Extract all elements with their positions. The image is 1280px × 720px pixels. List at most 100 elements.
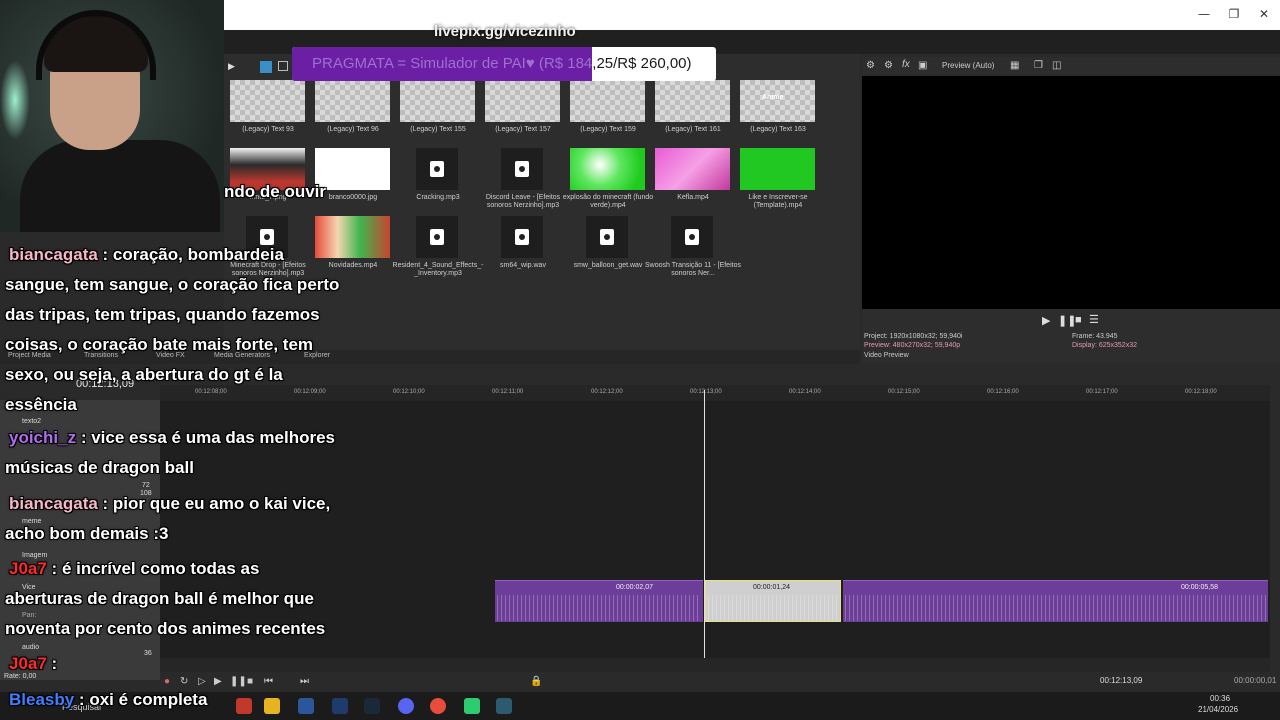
play-from-start-icon[interactable]: ▷ [198,676,206,687]
overlay-icon[interactable]: ▣ [918,60,927,71]
obs-icon[interactable] [430,698,446,714]
taskbar-date: 21/04/2026 [1198,705,1239,714]
ruler-tick-label: 00:12:13;00 [690,389,722,395]
audio-clip[interactable]: 00:00:02,07 [495,580,703,622]
app-icon[interactable] [464,698,480,714]
chat-username: J0a7 [9,654,47,673]
pause-icon[interactable]: ❚❚ [230,676,247,687]
menu-icon[interactable]: ☰ [1089,313,1099,326]
media-thumbnail[interactable] [416,216,458,258]
level-value: 36 [144,650,152,657]
media-label: Resident_4_Sound_Effects_-_Inventory.mp3 [392,262,484,277]
chat-message: yoichi_z : vice essa é uma das melhores [5,428,335,448]
video-preview-tab[interactable]: Video Preview [864,352,909,359]
go-start-icon[interactable]: ⏮ [264,676,273,687]
track-name[interactable]: Imagem [22,552,47,559]
media-thumbnail[interactable] [230,80,305,122]
streamer-body [20,140,220,232]
audio-clip[interactable]: 00:00:05,58 [843,580,1268,622]
media-thumbnail[interactable] [416,148,458,190]
go-end-icon[interactable]: ⏭ [300,676,309,687]
timeline-ruler[interactable]: 00:12:08;00 00:12:09;00 00:12:10;00 00:12:1… [160,385,1270,401]
preview-mode-select[interactable]: Preview (Auto) [942,61,994,70]
close-icon[interactable]: ✕ [1248,0,1280,28]
media-label: (Legacy) Text 161 [665,126,721,133]
media-thumbnail[interactable] [655,148,730,190]
chat-message-continuation: músicas de dragon ball [5,458,194,477]
track-name[interactable]: audio [22,644,39,651]
media-thumbnail[interactable] [740,148,815,190]
chat-message-continuation: acho bom demais :3 [5,524,169,543]
folder-icon[interactable] [264,698,280,714]
restore-icon[interactable]: ❐ [1218,0,1250,28]
timeline-scrollbar[interactable] [160,658,1270,672]
audio-clip[interactable]: 00:00:01,24 [705,580,841,622]
screen: — ❐ ✕ ▶ (Legacy) Text 93 (Legacy) Text 96… [0,0,1280,720]
save-icon[interactable]: ◫ [1052,60,1061,71]
media-thumbnail[interactable] [740,80,815,122]
waveform [845,595,1266,621]
discord-icon[interactable] [398,698,414,714]
chat-separator: : [76,428,92,447]
media-label: (Legacy) Text 93 [242,126,294,133]
copy-icon[interactable]: ❐ [1034,60,1043,71]
view-icon[interactable] [278,61,288,71]
media-thumbnail[interactable] [655,80,730,122]
chat-message-continuation: sexo, ou seja, a abertura do gt é la [5,365,283,384]
play-media-icon[interactable]: ▶ [228,61,235,72]
media-thumbnail[interactable] [485,80,560,122]
ruler-tick-label: 00:12:17;00 [1086,389,1118,395]
lock-icon[interactable]: 🔒 [530,676,542,687]
pause-icon[interactable]: ❚❚ [1058,314,1076,327]
track-name[interactable]: texto2 [22,418,41,425]
record-icon[interactable]: ● [164,676,170,687]
chat-text: vice essa é uma das melhores [91,428,336,447]
media-thumbnail[interactable] [400,80,475,122]
chat-message-continuation: noventa por cento dos animes recentes [5,619,326,638]
fx-icon[interactable]: fx [902,59,910,70]
stop-icon[interactable]: ■ [247,676,253,687]
preview-controls: ▶ ❚❚ ■ ☰ [862,309,1280,331]
media-thumbnail[interactable] [586,216,628,258]
word-icon[interactable] [298,698,314,714]
media-thumbnail[interactable] [570,148,645,190]
chat-username: biancagata [9,494,98,513]
photoshop-icon[interactable] [332,698,348,714]
waveform [708,595,838,621]
media-thumbnail[interactable] [315,216,390,258]
media-thumbnail[interactable] [501,148,543,190]
play-icon[interactable]: ▶ [214,676,222,687]
media-thumbnail[interactable] [315,80,390,122]
ruler-tick-label: 00:12:18;00 [1185,389,1217,395]
steam-icon[interactable] [364,698,380,714]
media-label: Discord Leave - [Efeitos sonoros Nerzinh… [485,194,561,209]
media-thumbnail[interactable] [570,80,645,122]
rate-label: Rate: 0,00 [4,673,37,680]
media-label: explosão do minecraft (fundo verde).mp4 [562,194,654,209]
gear-icon[interactable]: ⚙ [866,60,875,71]
chat-text: é incrível como todas as [61,559,260,578]
media-label: (Legacy) Text 163 [750,126,806,133]
play-icon[interactable]: ▶ [1042,314,1050,327]
chat-username: Bleasby [9,690,75,709]
media-thumbnail[interactable] [501,216,543,258]
loop-icon[interactable]: ↻ [180,676,188,687]
pan-label: Pan: [22,612,37,619]
grid-icon[interactable]: ▦ [1010,60,1019,71]
stop-icon[interactable]: ■ [1075,314,1082,326]
auto-preview-icon[interactable] [260,61,272,73]
vegas-icon[interactable] [496,698,512,714]
preview-res-info: Preview: 480x270x32; 59,940p [864,342,961,349]
minimize-icon[interactable]: — [1188,0,1220,28]
split-icon[interactable]: ⚙ [884,60,893,71]
media-thumbnail[interactable] [315,148,390,190]
media-thumbnail[interactable] [671,216,713,258]
browser-icon[interactable] [236,698,252,714]
clip-time: 00:00:02,07 [616,584,653,591]
chat-text: pior que eu amo o kai vice, [112,494,331,513]
end-time: 00:00:00,01 [1234,676,1277,685]
webcam-feed [0,0,224,232]
playhead[interactable] [704,390,705,670]
chat-separator: : [46,559,62,578]
chat-message-continuation: essência [5,395,77,414]
